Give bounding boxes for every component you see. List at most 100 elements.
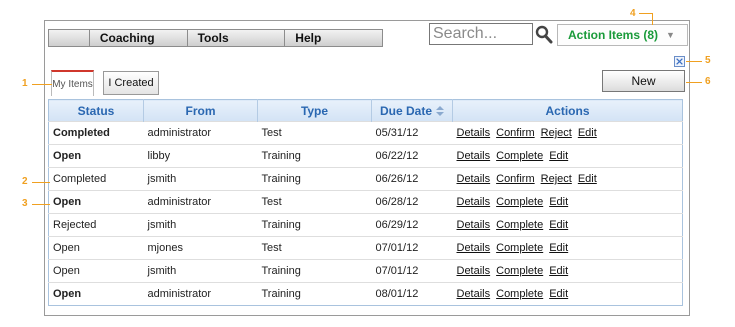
cell-status: Open: [48, 236, 144, 260]
cell-type: Training: [257, 282, 372, 306]
tab-my-items[interactable]: My Items: [51, 70, 94, 96]
nav-lead-segment: [49, 30, 90, 46]
table-row[interactable]: Open mjones Test 07/01/12 Details Complete Edi…: [48, 236, 683, 260]
action-link-edit[interactable]: Edit: [549, 265, 568, 277]
action-link-details[interactable]: Details: [457, 127, 491, 139]
new-button[interactable]: New: [602, 70, 685, 92]
cell-status: Rejected: [48, 213, 144, 237]
callout-line: [686, 61, 702, 62]
action-link-complete[interactable]: Complete: [496, 288, 543, 300]
table-row[interactable]: Open administrator Training 08/01/12 Details…: [48, 282, 683, 306]
action-link-edit[interactable]: Edit: [549, 288, 568, 300]
cell-from: libby: [143, 144, 258, 168]
cell-status: Completed: [48, 121, 144, 145]
cell-status: Open: [48, 282, 144, 306]
search-input[interactable]: [429, 23, 533, 45]
nav-item-tools[interactable]: Tools: [188, 30, 286, 46]
action-link-complete[interactable]: Complete: [496, 265, 543, 277]
action-link-details[interactable]: Details: [457, 219, 491, 231]
cell-type: Training: [257, 213, 372, 237]
action-link-complete[interactable]: Complete: [496, 196, 543, 208]
tab-label: I Created: [108, 77, 154, 89]
cell-type: Test: [257, 190, 372, 214]
cell-actions: Details Complete Edit: [452, 236, 683, 260]
table-row[interactable]: Completed administrator Test 05/31/12 Detail…: [48, 121, 683, 145]
action-link-reject[interactable]: Reject: [541, 173, 572, 185]
callout-line: [32, 204, 50, 205]
column-header-label: Due Date: [379, 103, 432, 118]
table-header-row: Status From Type Due Date Actions: [48, 99, 683, 122]
items-table: Status From Type Due Date Actions Comple…: [48, 99, 683, 306]
cell-actions: Details Complete Edit: [452, 144, 683, 168]
action-link-details[interactable]: Details: [457, 150, 491, 162]
callout-line: [652, 13, 653, 25]
callout-line: [686, 82, 702, 83]
table-row[interactable]: Rejected jsmith Training 06/29/12 Details Com…: [48, 213, 683, 237]
action-link-edit[interactable]: Edit: [578, 127, 597, 139]
cell-type: Training: [257, 144, 372, 168]
column-header-status[interactable]: Status: [48, 99, 144, 122]
column-header-due-date[interactable]: Due Date: [371, 99, 453, 122]
action-link-edit[interactable]: Edit: [549, 219, 568, 231]
cell-due: 06/26/12: [371, 167, 453, 191]
cell-actions: Details Confirm Reject Edit: [452, 167, 683, 191]
action-link-edit[interactable]: Edit: [549, 150, 568, 162]
column-header-from[interactable]: From: [143, 99, 258, 122]
cell-from: administrator: [143, 190, 258, 214]
cell-from: mjones: [143, 236, 258, 260]
action-link-confirm[interactable]: Confirm: [496, 173, 535, 185]
search-icon[interactable]: [535, 25, 553, 44]
action-link-details[interactable]: Details: [457, 288, 491, 300]
table-row[interactable]: Completed jsmith Training 06/26/12 Details Co…: [48, 167, 683, 191]
action-link-edit[interactable]: Edit: [549, 242, 568, 254]
callout-number: 1: [22, 78, 28, 89]
cell-due: 07/01/12: [371, 259, 453, 283]
action-link-complete[interactable]: Complete: [496, 219, 543, 231]
cell-from: jsmith: [143, 167, 258, 191]
nav-item-coaching[interactable]: Coaching: [90, 30, 188, 46]
table-row[interactable]: Open administrator Test 06/28/12 Details Comp…: [48, 190, 683, 214]
callout-number: 3: [22, 198, 28, 209]
cell-due: 08/01/12: [371, 282, 453, 306]
action-link-confirm[interactable]: Confirm: [496, 127, 535, 139]
action-items-label: Action Items (8): [568, 28, 659, 42]
main-nav: Coaching Tools Help: [48, 29, 383, 47]
cell-status: Open: [48, 190, 144, 214]
cell-actions: Details Complete Edit: [452, 259, 683, 283]
callout-number: 4: [630, 8, 636, 19]
action-link-details[interactable]: Details: [457, 173, 491, 185]
cell-actions: Details Complete Edit: [452, 213, 683, 237]
cell-actions: Details Complete Edit: [452, 282, 683, 306]
cell-status: Open: [48, 259, 144, 283]
nav-item-help[interactable]: Help: [285, 30, 382, 46]
action-link-details[interactable]: Details: [457, 265, 491, 277]
column-header-type[interactable]: Type: [257, 99, 372, 122]
cell-actions: Details Complete Edit: [452, 190, 683, 214]
tab-i-created[interactable]: I Created: [103, 71, 159, 95]
action-link-edit[interactable]: Edit: [578, 173, 597, 185]
action-link-details[interactable]: Details: [457, 196, 491, 208]
tab-label: My Items: [52, 78, 93, 90]
cell-type: Training: [257, 167, 372, 191]
cell-from: administrator: [143, 121, 258, 145]
close-icon[interactable]: [674, 56, 685, 67]
cell-from: administrator: [143, 282, 258, 306]
action-link-complete[interactable]: Complete: [496, 150, 543, 162]
cell-type: Test: [257, 236, 372, 260]
action-link-edit[interactable]: Edit: [549, 196, 568, 208]
cell-from: jsmith: [143, 213, 258, 237]
cell-status: Open: [48, 144, 144, 168]
table-row[interactable]: Open jsmith Training 07/01/12 Details Complet…: [48, 259, 683, 283]
cell-due: 05/31/12: [371, 121, 453, 145]
cell-from: jsmith: [143, 259, 258, 283]
action-link-complete[interactable]: Complete: [496, 242, 543, 254]
callout-line: [639, 13, 652, 14]
callout-number: 2: [22, 176, 28, 187]
action-items-dropdown[interactable]: Action Items (8) ▼: [557, 24, 688, 46]
cell-due: 06/29/12: [371, 213, 453, 237]
table-row[interactable]: Open libby Training 06/22/12 Details Complete…: [48, 144, 683, 168]
action-link-details[interactable]: Details: [457, 242, 491, 254]
action-link-reject[interactable]: Reject: [541, 127, 572, 139]
sort-icon[interactable]: [436, 106, 444, 117]
cell-type: Training: [257, 259, 372, 283]
